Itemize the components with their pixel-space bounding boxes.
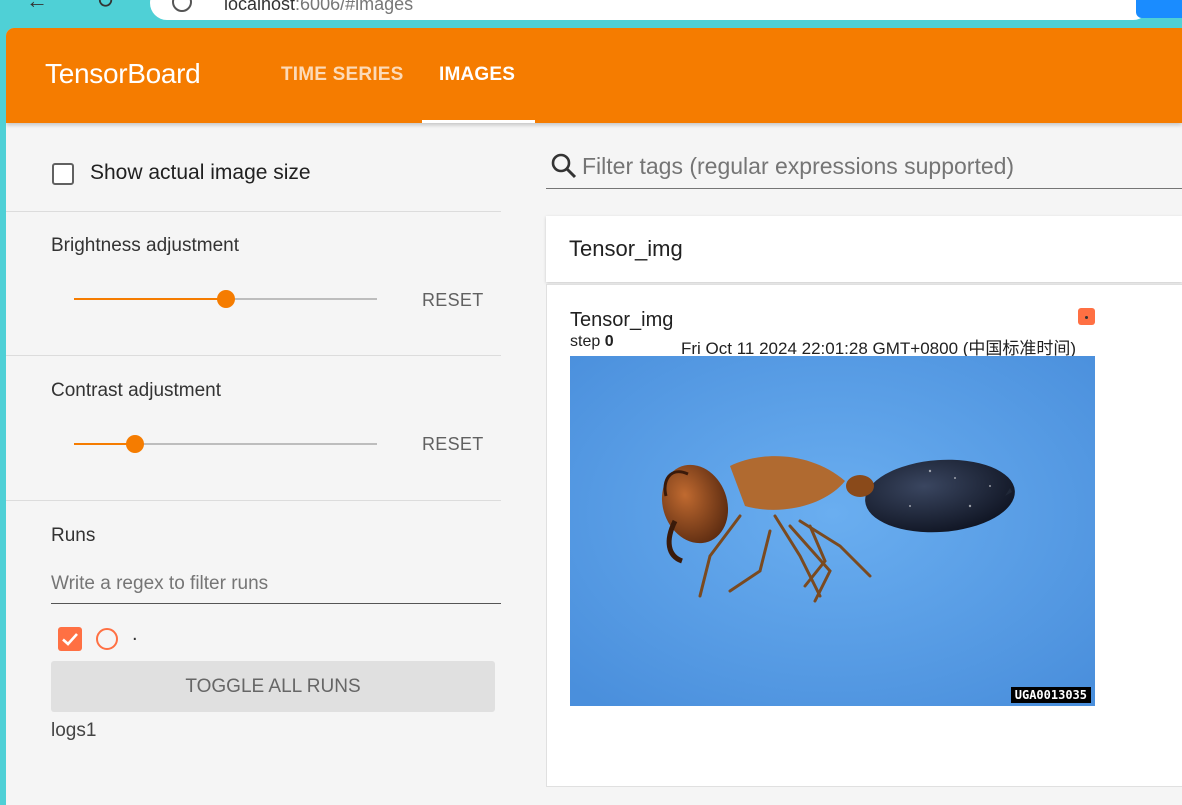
reload-icon[interactable]: ↻ (96, 0, 114, 14)
contrast-section: Contrast adjustment RESET (6, 355, 501, 501)
runs-title: Runs (51, 525, 96, 546)
ant-illustration (570, 356, 1095, 706)
toggle-all-runs-button[interactable]: TOGGLE ALL RUNS (51, 661, 495, 712)
url-text: localhost:6006/#images (224, 0, 414, 14)
image-watermark: UGA0013035 (1010, 687, 1091, 703)
tensorboard-app: TensorBoard TIME SERIES IMAGES Show actu… (6, 28, 1182, 805)
tab-time-series[interactable]: TIME SERIES (281, 64, 404, 86)
tag-group-header[interactable]: Tensor_img (546, 216, 1182, 282)
brightness-section: Brightness adjustment RESET (6, 211, 501, 356)
tag-group-title: Tensor_img (569, 236, 683, 261)
address-bar[interactable]: localhost:6006/#images (150, 0, 1150, 20)
tag-filter-placeholder: Filter tags (regular expressions support… (582, 153, 1015, 179)
show-actual-size-checkbox[interactable] (52, 163, 74, 185)
contrast-slider-thumb[interactable] (126, 435, 144, 453)
run-color-swatch (1078, 308, 1095, 325)
tag-filter[interactable]: Filter tags (regular expressions support… (546, 140, 1182, 189)
brightness-slider-thumb[interactable] (217, 290, 235, 308)
sidebar: Show actual image size Brightness adjust… (6, 123, 501, 805)
extension-button[interactable] (1136, 0, 1182, 18)
checkmark-icon (62, 633, 78, 646)
run-name: . (132, 623, 138, 645)
show-actual-size-label: Show actual image size (90, 161, 311, 184)
runs-filter-input[interactable]: Write a regex to filter runs (51, 565, 501, 604)
show-size-section: Show actual image size (6, 123, 501, 212)
step-label: step 0 (570, 333, 614, 350)
brightness-label: Brightness adjustment (51, 235, 239, 256)
site-info-icon[interactable] (172, 0, 192, 12)
contrast-reset-button[interactable]: RESET (422, 434, 484, 455)
image-card-title: Tensor_img (570, 309, 674, 331)
top-app-bar: TensorBoard TIME SERIES IMAGES (6, 28, 1182, 123)
brightness-slider-fill (74, 298, 226, 300)
run-color-radio[interactable] (96, 628, 118, 650)
contrast-label: Contrast adjustment (51, 380, 222, 401)
ant-image[interactable]: UGA0013035 (570, 356, 1095, 706)
back-icon[interactable]: ← (26, 0, 48, 14)
run-checkbox[interactable] (58, 627, 82, 651)
image-card: Tensor_img step 0 Fri Oct 11 2024 22:01:… (546, 284, 1182, 787)
brightness-reset-button[interactable]: RESET (422, 290, 484, 311)
tab-images[interactable]: IMAGES (439, 64, 515, 86)
logdir-label: logs1 (51, 720, 97, 741)
search-icon (551, 153, 577, 179)
brand-title: TensorBoard (45, 58, 201, 89)
